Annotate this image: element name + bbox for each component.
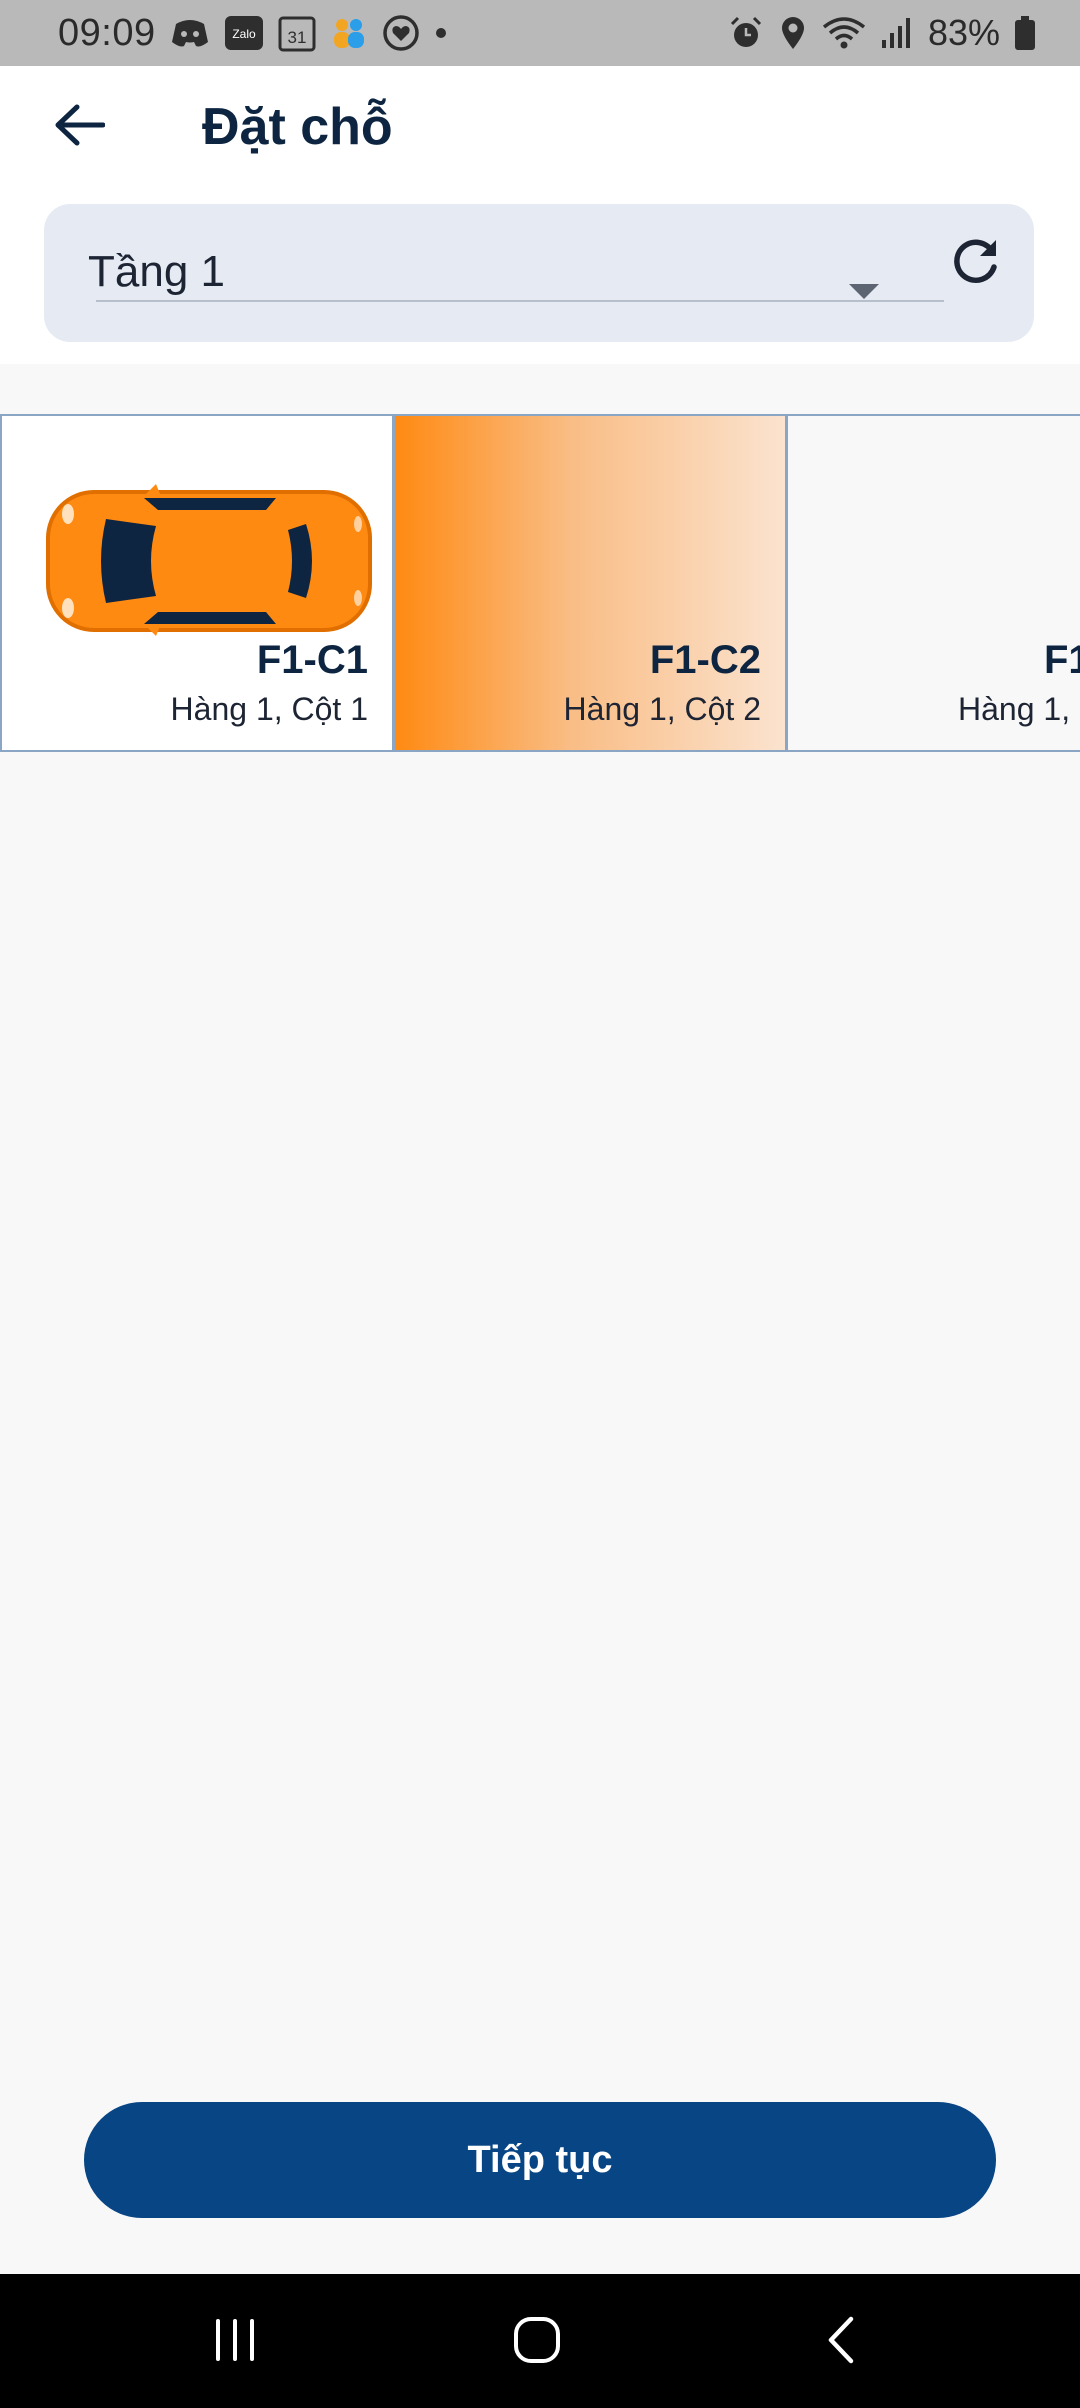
continue-button[interactable]: Tiếp tục (84, 2102, 996, 2218)
arrow-left-icon (53, 103, 106, 152)
floor-selector-card: Tầng 1 (44, 204, 1034, 342)
svg-text:Zalo: Zalo (232, 27, 256, 41)
people-icon (330, 16, 368, 50)
location-icon (778, 15, 808, 51)
parking-slot-f1-c3[interactable]: F1 Hàng 1, (786, 414, 1080, 752)
slot-code: F1 (1044, 638, 1080, 682)
zalo-icon: Zalo (224, 15, 264, 51)
battery-icon (1014, 15, 1036, 51)
heart-icon (382, 14, 420, 52)
refresh-button[interactable] (938, 224, 1014, 300)
slot-code: F1-C1 (256, 638, 368, 682)
recents-icon (210, 2317, 260, 2368)
svg-text:31: 31 (287, 28, 306, 47)
floor-select-value: Tầng 1 (88, 247, 225, 296)
slot-code: F1-C2 (649, 638, 761, 682)
system-nav-bar (0, 2274, 1080, 2408)
refresh-icon (950, 234, 1002, 291)
signal-icon (880, 16, 914, 50)
home-icon (512, 2315, 562, 2370)
home-button[interactable] (492, 2304, 582, 2380)
parking-slot-f1-c1[interactable]: F1-C1 Hàng 1, Cột 1 (0, 414, 394, 752)
status-time: 09:09 (58, 11, 156, 54)
slot-position: Hàng 1, Cột 1 (170, 691, 368, 727)
discord-icon (170, 16, 210, 50)
battery-percent: 83% (927, 12, 1000, 53)
page-title: Đặt chỗ (202, 98, 393, 156)
app-bar: Đặt chỗ (0, 66, 1080, 188)
back-nav-button[interactable] (796, 2304, 886, 2380)
parking-slot-f1-c2[interactable]: F1-C2 Hàng 1, Cột 2 (393, 414, 787, 752)
recents-button[interactable] (190, 2304, 280, 2380)
back-button[interactable] (46, 94, 112, 160)
car-icon (46, 484, 372, 636)
parking-slots: F1-C1 Hàng 1, Cột 1 F1-C2 Hàng 1, Cột 2 … (0, 414, 1080, 752)
selector-area: Tầng 1 (0, 188, 1080, 364)
status-bar: 09:09 Zalo 31 83% (0, 0, 1080, 66)
back-icon (823, 2315, 859, 2370)
slot-position: Hàng 1, Cột 2 (563, 691, 761, 727)
dot-icon (434, 26, 448, 40)
wifi-icon (822, 15, 866, 51)
calendar-icon: 31 (278, 14, 316, 52)
alarm-icon (728, 15, 764, 51)
slot-position: Hàng 1, (958, 691, 1071, 727)
dropdown-arrow-icon (849, 284, 879, 299)
